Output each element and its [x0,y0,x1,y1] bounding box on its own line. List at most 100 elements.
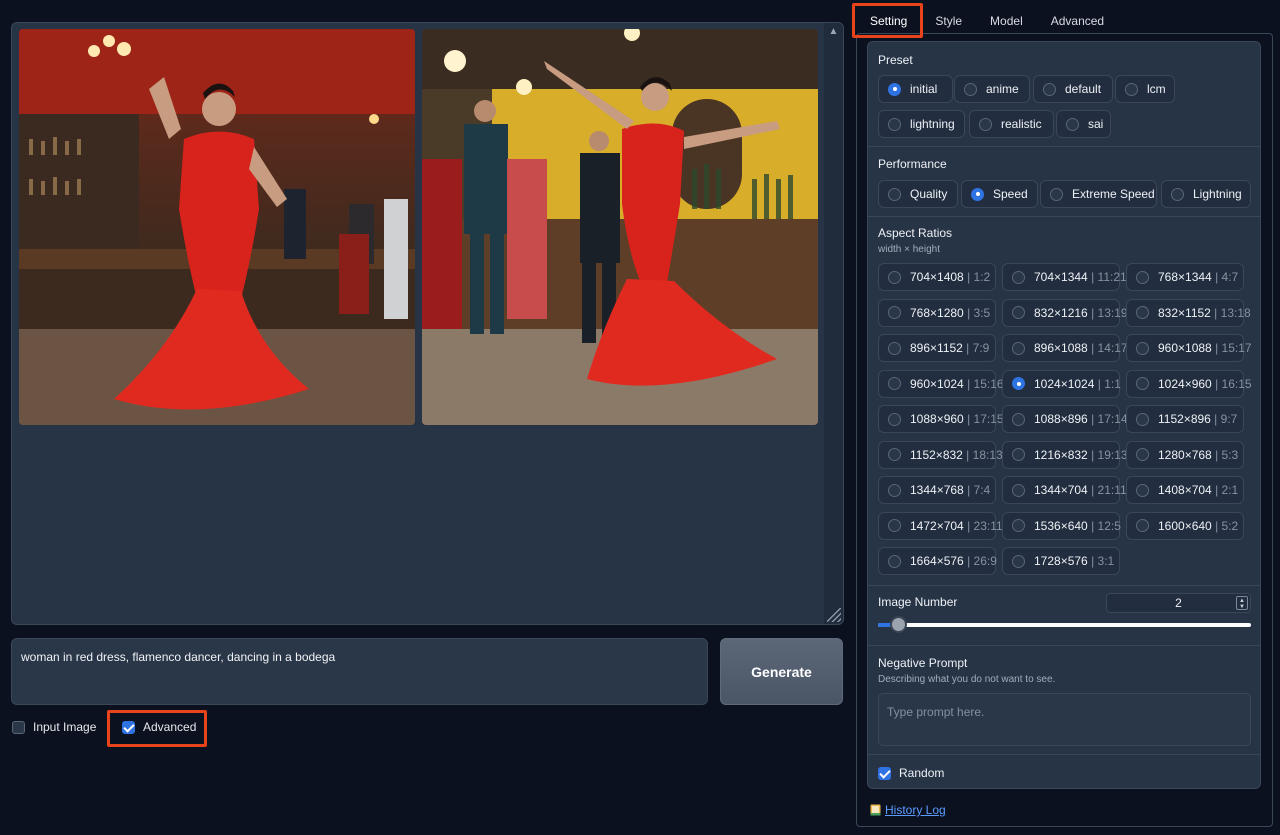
aspect-ratio-option[interactable]: 1408×704 | 2:1 [1126,476,1244,504]
aspect-ratio-label: 1600×640 | 5:2 [1158,518,1239,533]
aspect-ratio-label: 1472×704 | 23:11 [910,518,1003,533]
divider [868,754,1260,755]
aspect-ratio-option[interactable]: 896×1088 | 14:17 [1002,334,1128,362]
resize-grip-icon[interactable] [827,608,841,622]
negative-prompt-subtitle: Describing what you do not want to see. [878,674,1056,685]
preset-option-lcm[interactable]: lcm [1115,75,1175,103]
aspect-ratio-label: 832×1152 | 13:18 [1158,305,1251,320]
random-checkbox-row[interactable]: Random [878,766,944,780]
aspect-ratios-subtitle: width × height [878,244,940,255]
radio-icon [1136,519,1149,532]
aspect-ratio-label: 832×1216 | 13:19 [1034,305,1128,320]
aspect-ratio-option[interactable]: 1088×896 | 17:14 [1002,405,1128,433]
gallery-image-1[interactable] [19,29,415,425]
preset-option-sai[interactable]: sai [1056,110,1111,138]
aspect-ratio-label: 1152×896 | 9:7 [1158,412,1238,426]
random-checkbox[interactable] [878,766,891,780]
radio-icon [1171,187,1184,201]
image-number-input[interactable]: 2 ▲ ▼ [1106,593,1251,613]
history-log-link-row[interactable]: History Log [870,803,946,817]
flamenco-image-2 [422,29,818,425]
radio-icon [888,117,901,131]
radio-icon [1043,82,1056,96]
scroll-up-icon[interactable]: ▲ [826,25,841,39]
image-number-slider-track[interactable] [878,623,1251,627]
tab-advanced[interactable]: Advanced [1037,6,1118,36]
aspect-ratio-option[interactable]: 832×1152 | 13:18 [1126,298,1251,327]
image-gallery: ▲ [11,22,844,625]
aspect-ratio-label: 768×1280 | 3:5 [910,305,991,320]
preset-option-anime[interactable]: anime [954,75,1030,103]
gallery-image-2[interactable] [422,29,818,425]
aspect-ratio-option[interactable]: 1024×960 | 16:15 [1126,369,1252,398]
aspect-ratio-option[interactable]: 1536×640 | 12:5 [1002,511,1121,540]
aspect-ratio-option[interactable]: 1024×1024 | 1:1 [1002,369,1121,398]
aspect-ratio-option[interactable]: 768×1344 | 4:7 [1126,263,1244,291]
radio-icon [888,306,901,319]
performance-option-speed[interactable]: Speed [961,180,1038,208]
preset-option-realistic[interactable]: realistic [969,110,1054,138]
aspect-ratio-option[interactable]: 1472×704 | 23:11 [878,511,1003,540]
aspect-ratio-option[interactable]: 1152×832 | 18:13 [878,440,1003,469]
input-image-checkbox-row[interactable]: Input Image [12,720,96,734]
radio-icon [888,377,901,390]
tab-model[interactable]: Model [976,6,1037,36]
input-image-label: Input Image [33,720,97,734]
performance-option-extreme-speed[interactable]: Extreme Speed [1040,180,1157,208]
radio-icon [888,412,901,426]
book-icon [870,804,881,816]
preset-option-lightning[interactable]: lightning [878,110,965,138]
performance-option-lightning[interactable]: Lightning [1161,180,1251,208]
aspect-ratio-label: 1664×576 | 26:9 [910,554,997,568]
aspect-ratio-option[interactable]: 704×1408 | 1:2 [878,263,996,291]
radio-icon [1012,377,1025,390]
history-log-link[interactable]: History Log [885,803,946,817]
aspect-ratio-label: 1344×704 | 21:11 [1034,483,1127,497]
aspect-ratio-option[interactable]: 768×1280 | 3:5 [878,298,996,327]
radio-icon [1136,341,1149,355]
aspect-ratio-option[interactable]: 960×1088 | 15:17 [1126,334,1252,362]
aspect-ratio-option[interactable]: 832×1216 | 13:19 [1002,298,1128,327]
aspect-ratio-option[interactable]: 1152×896 | 9:7 [1126,405,1244,433]
radio-icon [888,483,901,497]
aspect-ratio-option[interactable]: 1600×640 | 5:2 [1126,511,1244,540]
radio-icon [888,187,901,201]
radio-icon [1125,82,1138,96]
radio-icon [888,519,901,532]
gallery-scrollbar[interactable]: ▲ [824,23,843,624]
aspect-ratio-label: 1152×832 | 18:13 [910,447,1003,462]
aspect-ratio-option[interactable]: 896×1152 | 7:9 [878,334,996,362]
spinner-arrows-icon[interactable]: ▲ ▼ [1236,596,1248,610]
radio-icon [1012,306,1025,319]
aspect-ratio-option[interactable]: 1344×768 | 7:4 [878,476,996,504]
radio-icon [888,82,901,96]
aspect-ratio-option[interactable]: 1344×704 | 21:11 [1002,476,1127,504]
aspect-ratio-option[interactable]: 1280×768 | 5:3 [1126,440,1244,469]
aspect-ratio-label: 1728×576 | 3:1 [1034,554,1115,568]
aspect-ratio-option[interactable]: 960×1024 | 15:16 [878,369,1004,398]
performance-option-quality[interactable]: Quality [878,180,958,208]
aspect-ratio-option[interactable]: 1664×576 | 26:9 [878,547,997,575]
radio-icon [979,117,992,131]
radio-icon [1136,483,1149,497]
prompt-input[interactable]: woman in red dress, flamenco dancer, dan… [11,638,708,705]
negative-prompt-title: Negative Prompt [878,656,968,670]
radio-icon [1012,270,1025,284]
aspect-ratio-label: 704×1344 | 11:21 [1034,270,1127,284]
aspect-ratio-option[interactable]: 1088×960 | 17:15 [878,405,1004,433]
input-image-checkbox[interactable] [12,720,25,734]
negative-prompt-input[interactable]: Type prompt here. [878,693,1251,746]
generate-button[interactable]: Generate [720,638,843,705]
tab-style[interactable]: Style [921,6,976,36]
preset-option-initial[interactable]: initial [878,75,953,103]
radio-icon [1136,412,1149,426]
preset-option-default[interactable]: default [1033,75,1113,103]
radio-icon [1136,270,1149,284]
aspect-ratio-option[interactable]: 704×1344 | 11:21 [1002,263,1127,291]
radio-icon [1012,412,1025,426]
aspect-ratio-option[interactable]: 1216×832 | 19:13 [1002,440,1128,469]
image-number-slider-thumb[interactable] [890,616,907,633]
aspect-ratio-label: 704×1408 | 1:2 [910,270,991,284]
radio-icon [971,187,984,201]
aspect-ratio-option[interactable]: 1728×576 | 3:1 [1002,547,1120,575]
